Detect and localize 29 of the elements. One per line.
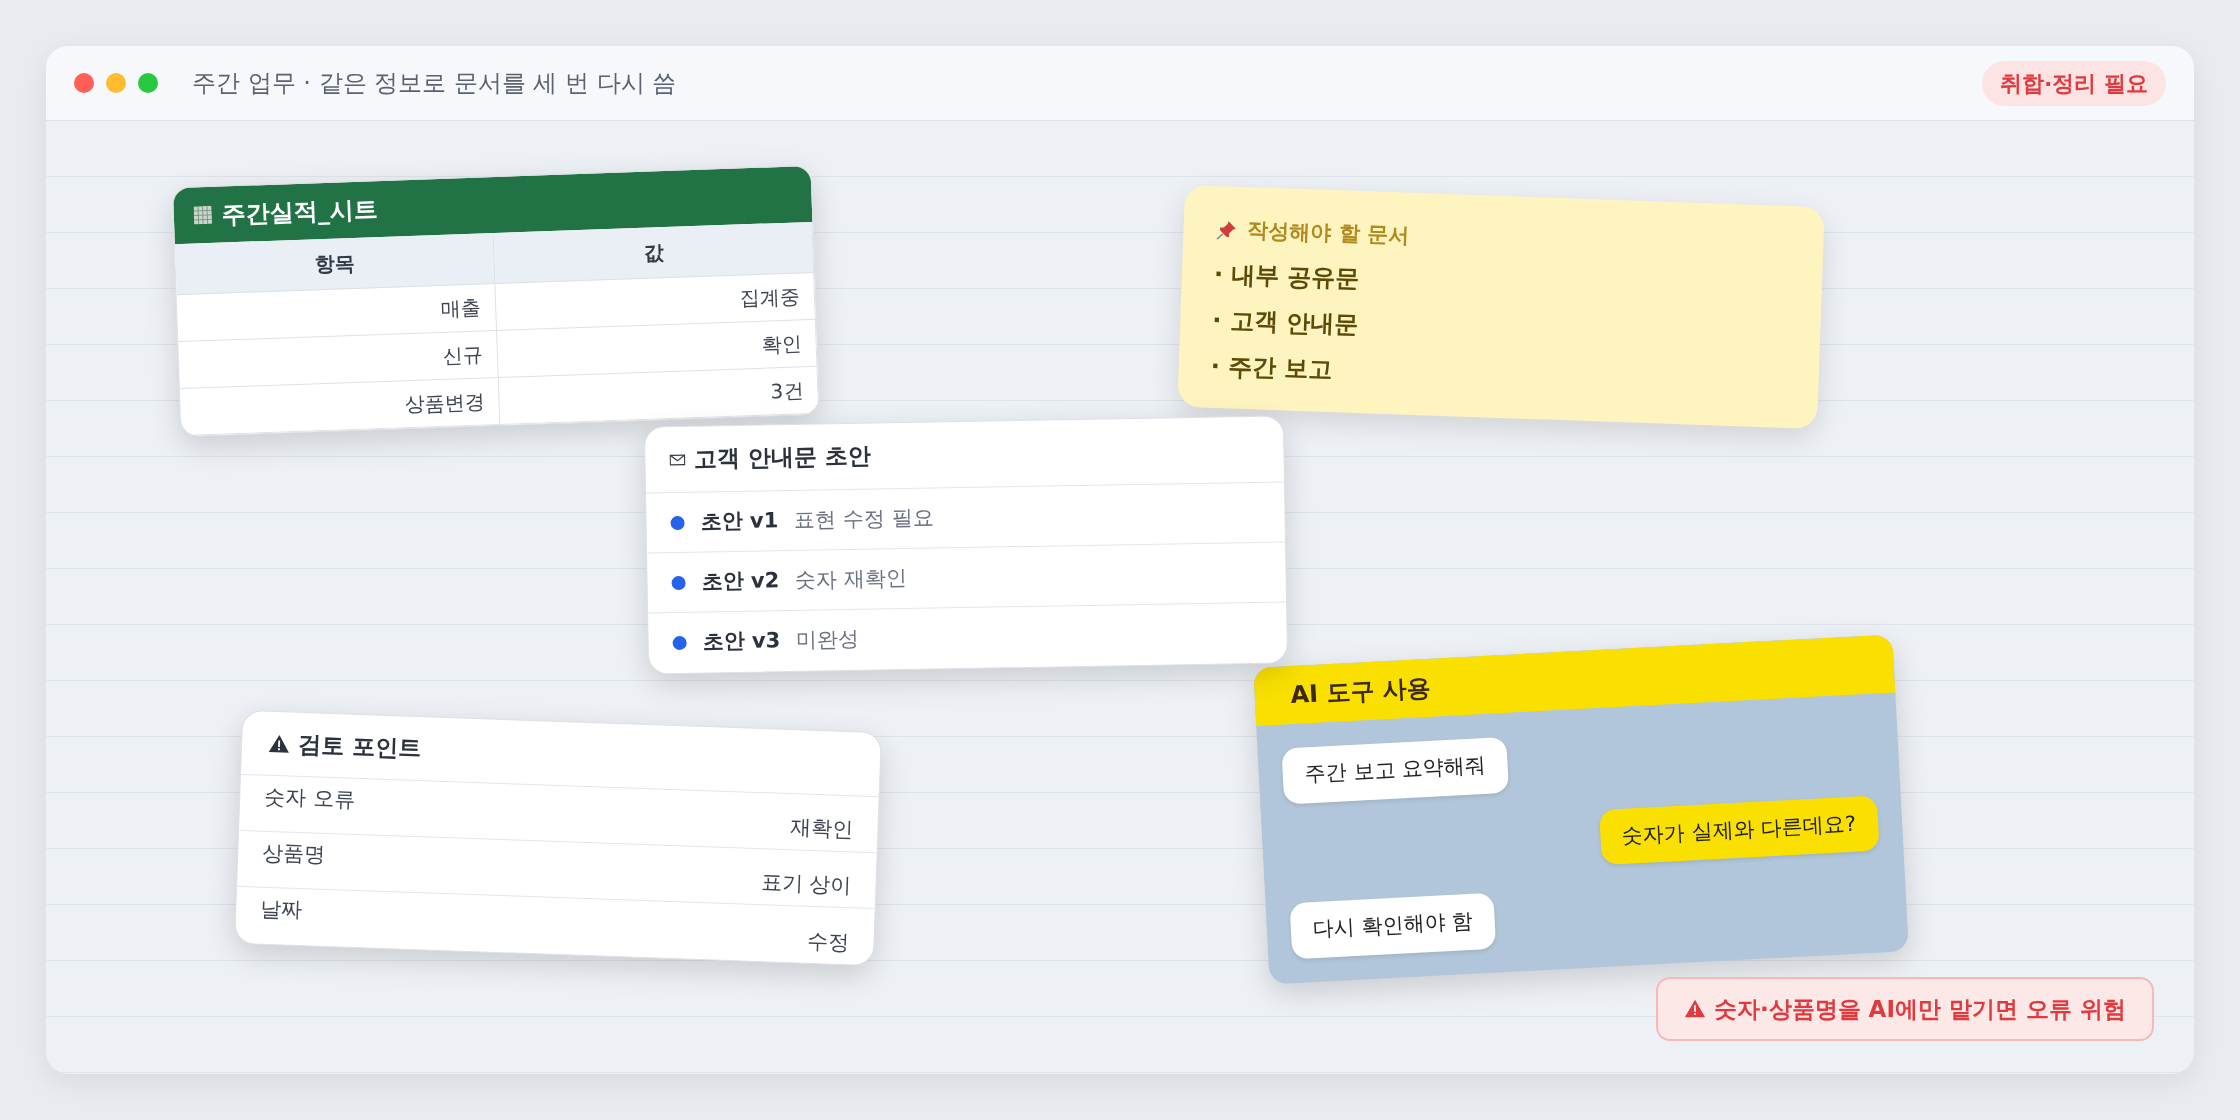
draft-version: 초안 v1 [700, 507, 779, 536]
note-item: · 주간 보고 [1210, 350, 1335, 386]
review-item: 상품명 [261, 839, 326, 869]
sheet-title: 주간실적_시트 [221, 194, 379, 231]
table-cell: 상품변경 [179, 377, 501, 436]
chat-bubble: 숫자가 실제와 다른데요? [1598, 795, 1880, 865]
draft-note: 표현 수정 필요 [793, 504, 934, 534]
table-cell: 확인 [497, 319, 818, 378]
chat-bubble: 다시 확인해야 함 [1289, 892, 1497, 959]
review-title: 검토 포인트 [297, 730, 422, 764]
draft-version: 초안 v2 [701, 567, 780, 596]
note-item: · 고객 안내문 [1211, 304, 1360, 341]
table-cell: 신규 [178, 331, 499, 390]
review-status: 수정 [807, 927, 851, 956]
warning-text: 숫자·상품명을 AI에만 맡기면 오류 위험 [1713, 994, 2126, 1024]
draft-version: 초안 v3 [702, 627, 781, 656]
chat-title: AI 도구 사용 [1289, 672, 1432, 711]
review-status: 표기 상이 [760, 868, 853, 899]
review-item: 숫자 오류 [263, 783, 356, 814]
review-item: 날짜 [259, 895, 303, 925]
draft-title: 고객 안내문 초안 [693, 441, 871, 474]
draft-note: 미완성 [796, 626, 860, 655]
review-status: 재확인 [789, 813, 854, 843]
note-title: 작성해야 할 문서 [1246, 217, 1410, 250]
note-item: · 내부 공유문 [1213, 258, 1362, 295]
draft-note: 숫자 재확인 [794, 564, 908, 594]
window-title: 주간 업무 · 같은 정보로 문서를 세 번 다시 씀 [192, 68, 677, 99]
chat-bubble: 주간 보고 요약해줘 [1281, 736, 1510, 804]
status-badge: 취합·정리 필요 [1981, 60, 2166, 106]
